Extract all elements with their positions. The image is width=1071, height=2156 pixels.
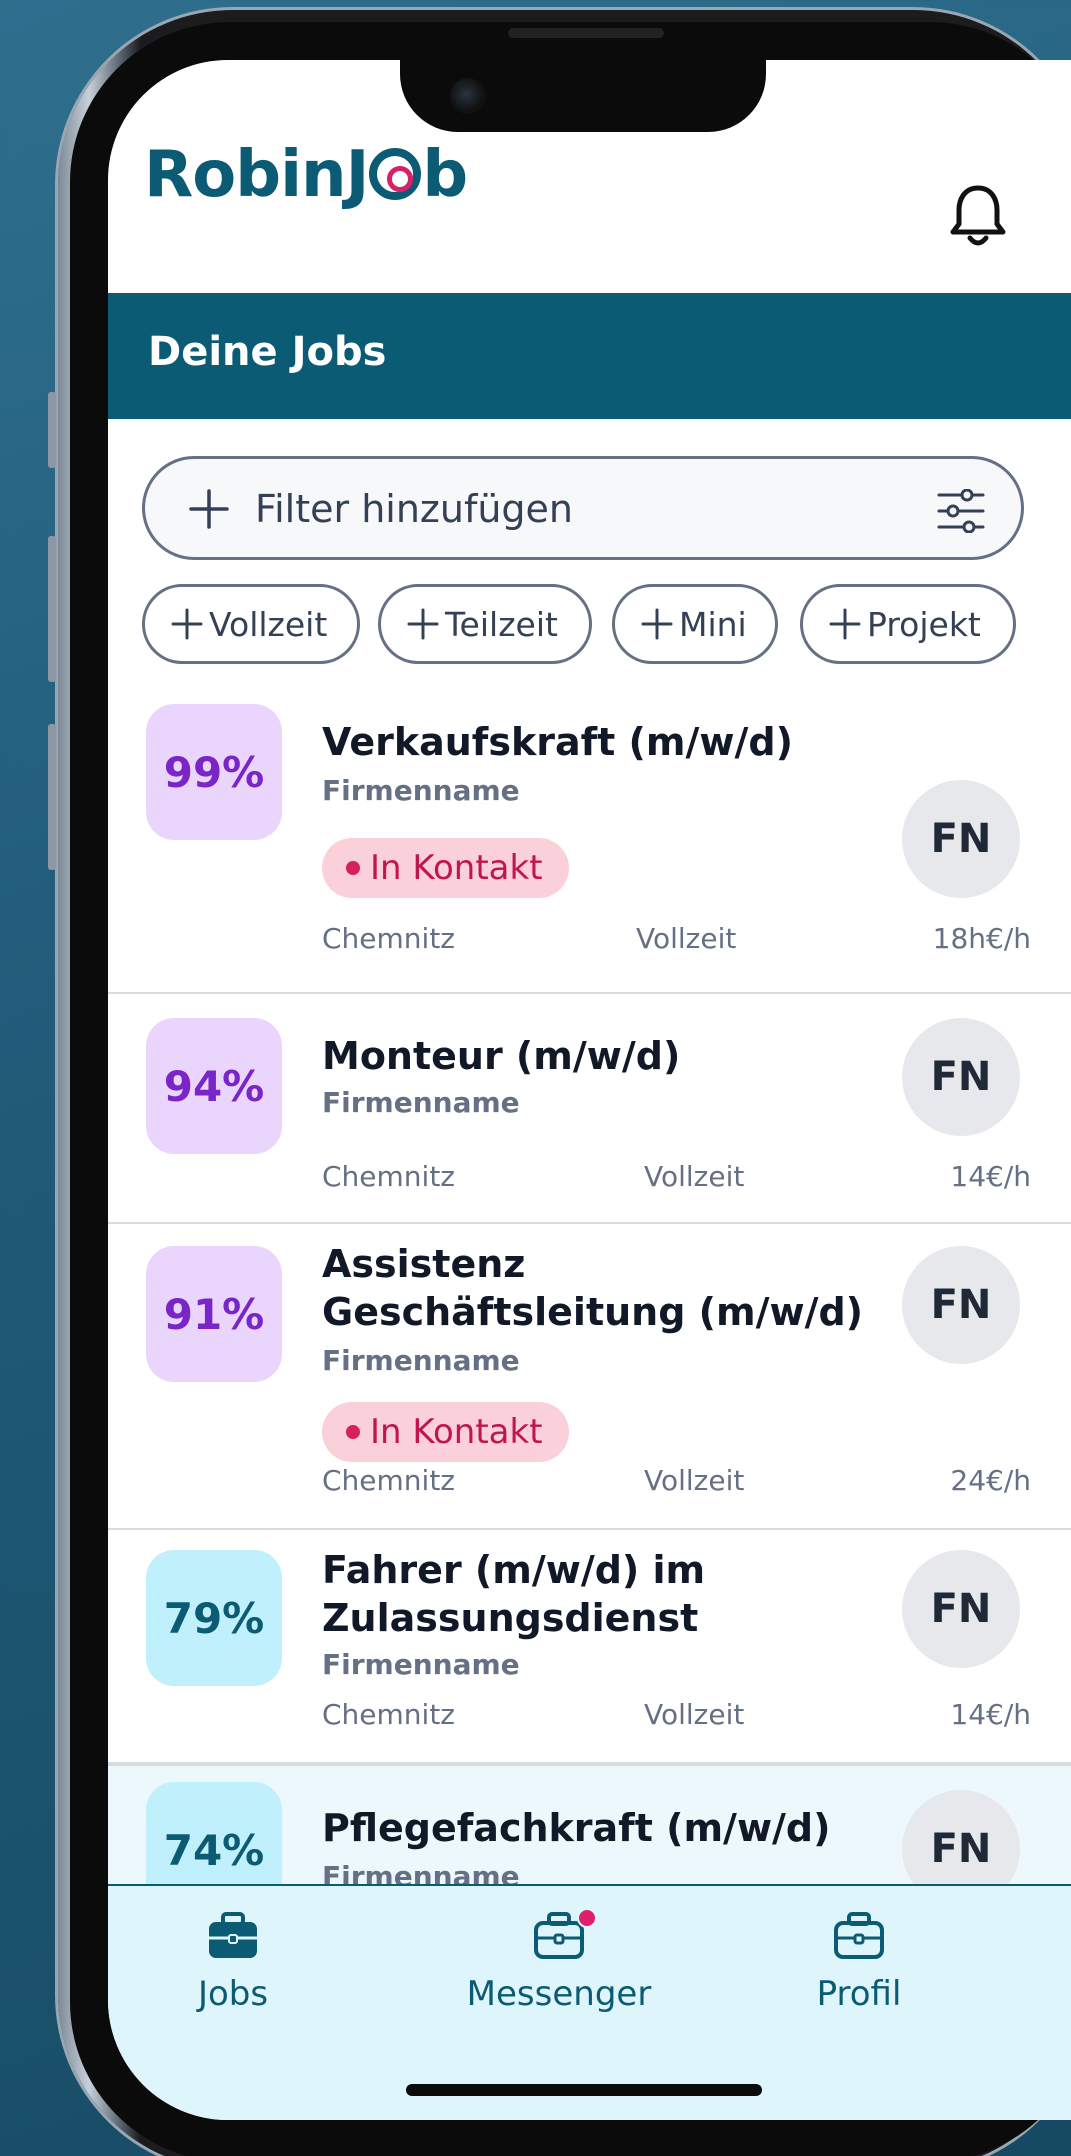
job-pay: 14€/h <box>950 1160 1031 1193</box>
company-avatar: FN <box>902 1018 1020 1136</box>
robinjob-logo: RobinJ b <box>144 138 468 212</box>
chip-vollzeit[interactable]: Vollzeit <box>142 584 360 664</box>
company-avatar: FN <box>902 1550 1020 1668</box>
chip-label: Projekt <box>867 604 981 644</box>
plus-icon <box>189 489 229 529</box>
plus-icon <box>407 608 439 640</box>
tab-label: Jobs <box>197 1974 269 2014</box>
job-type: Vollzeit <box>644 1698 745 1731</box>
job-title: Verkaufskraft (m/w/d) <box>322 720 793 764</box>
chip-mini[interactable]: Mini <box>612 584 778 664</box>
job-pay: 18h€/h <box>932 922 1031 955</box>
sliders-icon[interactable] <box>937 489 985 533</box>
company-name: Firmenname <box>322 1344 520 1377</box>
job-title: Pflegefachkraft (m/w/d) <box>322 1806 831 1850</box>
chip-label: Mini <box>679 604 747 644</box>
job-card[interactable]: 91% Assistenz Geschäftsleitung (m/w/d) F… <box>108 1224 1071 1530</box>
page-banner: Deine Jobs <box>108 293 1071 419</box>
logo-text-start: RobinJ <box>144 138 369 212</box>
job-card[interactable]: 79% Fahrer (m/w/d) im Zulassungsdienst F… <box>108 1530 1071 1764</box>
status-dot <box>346 1425 360 1439</box>
job-location: Chemnitz <box>322 1464 455 1497</box>
status-badge: In Kontakt <box>322 838 569 898</box>
job-title: Fahrer (m/w/d) im Zulassungsdienst <box>322 1548 706 1640</box>
camera-icon <box>450 78 486 114</box>
mute-switch <box>48 392 56 468</box>
company-name: Firmenname <box>322 1648 520 1681</box>
status-label: In Kontakt <box>370 848 543 888</box>
status-dot <box>346 861 360 875</box>
job-type: Vollzeit <box>644 1464 745 1497</box>
add-filter-button[interactable]: Filter hinzufügen <box>142 456 1024 560</box>
job-card[interactable]: 94% Monteur (m/w/d) Firmenname Chemnitz … <box>108 994 1071 1224</box>
company-name: Firmenname <box>322 1086 520 1119</box>
plus-icon <box>829 608 861 640</box>
job-location: Chemnitz <box>322 1160 455 1193</box>
bell-icon[interactable] <box>948 180 1008 250</box>
logo-target-mark <box>369 148 422 200</box>
tab-label: Messenger <box>466 1974 652 2014</box>
filter-chips: Vollzeit Teilzeit Mini Projekt <box>142 584 1032 664</box>
match-score: 91% <box>146 1246 282 1382</box>
job-location: Chemnitz <box>322 1698 455 1731</box>
plus-icon <box>171 608 203 640</box>
briefcase-icon <box>834 1912 884 1959</box>
match-score: 99% <box>146 704 282 840</box>
add-filter-label: Filter hinzufügen <box>255 487 573 531</box>
company-avatar: FN <box>902 780 1020 898</box>
tab-label: Profil <box>816 1974 902 2014</box>
match-score: 79% <box>146 1550 282 1686</box>
speaker-grille <box>508 28 664 38</box>
match-score: 94% <box>146 1018 282 1154</box>
company-avatar: FN <box>902 1246 1020 1364</box>
job-pay: 24€/h <box>950 1464 1031 1497</box>
volume-down-button <box>48 724 56 870</box>
status-badge: In Kontakt <box>322 1402 569 1462</box>
logo-text-end: b <box>422 138 468 212</box>
plus-icon <box>641 608 673 640</box>
home-indicator[interactable] <box>406 2084 762 2096</box>
app-screen: RobinJ b Deine Jobs Filter hinzufügen Vol… <box>108 60 1071 2120</box>
notification-dot <box>577 1908 597 1928</box>
volume-up-button <box>48 536 56 682</box>
tab-jobs[interactable]: Jobs <box>108 1908 358 2014</box>
company-name: Firmenname <box>322 774 520 807</box>
tab-profil[interactable]: Profil <box>734 1908 984 2014</box>
job-pay: 14€/h <box>950 1698 1031 1731</box>
job-card[interactable]: 99% Verkaufskraft (m/w/d) Firmenname In … <box>108 670 1071 994</box>
tab-messenger[interactable]: Messenger <box>434 1908 684 2014</box>
job-title: Monteur (m/w/d) <box>322 1034 681 1078</box>
job-type: Vollzeit <box>644 1160 745 1193</box>
status-label: In Kontakt <box>370 1412 543 1452</box>
notch <box>400 60 766 132</box>
job-type: Vollzeit <box>636 922 737 955</box>
chip-label: Vollzeit <box>209 604 328 644</box>
chip-projekt[interactable]: Projekt <box>800 584 1016 664</box>
briefcase-filled-icon <box>209 1912 257 1958</box>
chip-label: Teilzeit <box>445 604 558 644</box>
job-location: Chemnitz <box>322 922 455 955</box>
job-title: Assistenz Geschäftsleitung (m/w/d) <box>322 1242 864 1334</box>
page-title: Deine Jobs <box>148 329 387 375</box>
chip-teilzeit[interactable]: Teilzeit <box>378 584 592 664</box>
